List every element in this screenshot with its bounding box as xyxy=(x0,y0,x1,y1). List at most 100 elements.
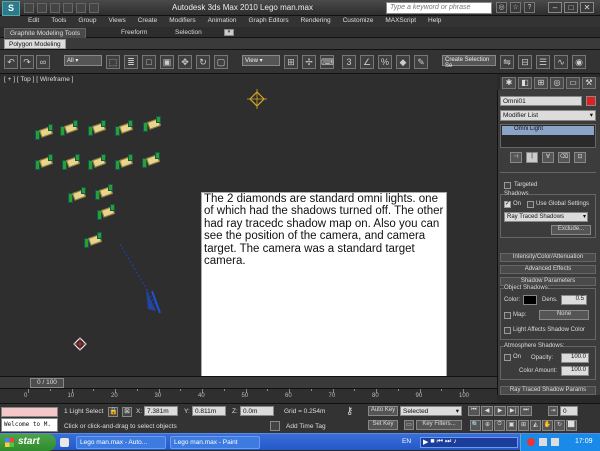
volume-icon[interactable] xyxy=(551,438,559,446)
menu-modifiers[interactable]: Modifiers xyxy=(163,16,201,27)
select-by-name-icon[interactable]: ≣ xyxy=(124,55,138,69)
lego-figure[interactable] xyxy=(62,154,82,172)
lego-figure[interactable] xyxy=(95,184,115,202)
task-paint[interactable]: Lego man.max - Paint xyxy=(170,436,260,449)
minimize-button[interactable]: – xyxy=(548,2,562,13)
pivot-center-icon[interactable]: ⊞ xyxy=(284,55,298,69)
selection-filter-dropdown[interactable]: All ▾ xyxy=(64,55,102,66)
snaps-toggle-icon[interactable]: 3 xyxy=(342,55,356,69)
zoom-extents-all-icon[interactable]: ⊞ xyxy=(518,420,529,431)
maximize-viewport-icon[interactable]: ⬜ xyxy=(566,420,577,431)
star-icon[interactable]: ☆ xyxy=(510,2,521,13)
help-icon[interactable]: ? xyxy=(524,2,535,13)
hierarchy-tab-icon[interactable]: ⊞ xyxy=(534,77,548,89)
menu-create[interactable]: Create xyxy=(132,16,164,27)
lego-figure[interactable] xyxy=(115,120,135,138)
pin-stack-icon[interactable]: ⊣ xyxy=(510,152,522,163)
align-icon[interactable]: ⊟ xyxy=(518,55,532,69)
lock-selection-icon[interactable]: 🔒 xyxy=(108,407,118,417)
task-3dsmax[interactable]: Lego man.max - Auto... xyxy=(76,436,166,449)
targeted-checkbox[interactable] xyxy=(504,182,511,189)
time-slider-track[interactable]: 0 / 100 xyxy=(0,376,497,388)
media-next-icon[interactable]: ⏭ xyxy=(445,438,451,447)
rectangular-selection-icon[interactable]: □ xyxy=(142,55,156,69)
media-play-icon[interactable]: ▶ xyxy=(423,438,428,447)
project-folder-icon[interactable] xyxy=(89,3,99,13)
save-file-icon[interactable] xyxy=(50,3,60,13)
binoculars-icon[interactable]: ◎ xyxy=(496,2,507,13)
menu-customize[interactable]: Customize xyxy=(337,16,380,27)
ribbon-toggle-button[interactable]: ▾ xyxy=(224,29,234,36)
help-search-input[interactable]: Type a keyword or phrase xyxy=(386,2,492,14)
named-selection-sets-dropdown[interactable]: Create Selection Se xyxy=(442,55,496,69)
select-object-icon[interactable]: ⬚ xyxy=(106,55,120,69)
stack-item-omni-light[interactable]: Omni Light xyxy=(502,126,594,135)
field-of-view-icon[interactable]: ◭ xyxy=(530,420,541,431)
tab-freeform[interactable]: Freeform xyxy=(116,28,152,38)
lego-figure[interactable] xyxy=(88,154,108,172)
display-tab-icon[interactable]: ▭ xyxy=(566,77,580,89)
lego-figure[interactable] xyxy=(68,187,88,205)
x-coordinate-field[interactable]: 7.381m xyxy=(144,406,178,416)
modify-tab-icon[interactable]: ◧ xyxy=(518,77,532,89)
object-name-field[interactable]: Omni01 xyxy=(500,96,582,106)
current-frame-field[interactable]: 0 xyxy=(560,406,578,416)
link-icon[interactable]: ∞ xyxy=(36,55,50,69)
zoom-icon[interactable]: 🔍 xyxy=(470,420,481,431)
utilities-tab-icon[interactable]: ⚒ xyxy=(582,77,596,89)
y-coordinate-field[interactable]: 0.811m xyxy=(192,406,226,416)
lego-figure[interactable] xyxy=(84,232,104,250)
atmosphere-on-checkbox[interactable] xyxy=(504,354,511,361)
track-bar-ruler[interactable]: 0 10 20 30 40 50 60 70 80 90 100 xyxy=(0,388,497,403)
make-unique-icon[interactable]: ∀ xyxy=(542,152,554,163)
menu-views[interactable]: Views xyxy=(102,16,131,27)
close-button[interactable]: ✕ xyxy=(580,2,594,13)
absolute-mode-icon[interactable]: ⊠ xyxy=(122,407,132,417)
exclude-button[interactable]: Exclude... xyxy=(551,225,591,235)
network-icon[interactable] xyxy=(539,438,547,446)
add-time-tag-button[interactable]: Add Time Tag xyxy=(286,423,326,430)
pan-view-icon[interactable]: ✋ xyxy=(542,420,553,431)
menu-group[interactable]: Group xyxy=(72,16,102,27)
lego-figure[interactable] xyxy=(35,154,55,172)
spinner-snap-icon[interactable]: ◆ xyxy=(396,55,410,69)
select-rotate-icon[interactable]: ↻ xyxy=(196,55,210,69)
motion-tab-icon[interactable]: ◎ xyxy=(550,77,564,89)
auto-key-button[interactable]: Auto Key xyxy=(368,406,398,416)
menu-edit[interactable]: Edit xyxy=(22,16,45,27)
create-tab-icon[interactable]: ✱ xyxy=(502,77,516,89)
previous-frame-icon[interactable]: ◀ xyxy=(481,406,493,416)
rollout-intensity[interactable]: Intensity/Color/Attenuation xyxy=(500,253,596,262)
angle-snap-icon[interactable]: ∠ xyxy=(360,55,374,69)
media-stop-icon[interactable]: ■ xyxy=(430,438,434,447)
map-checkbox[interactable] xyxy=(504,312,511,319)
shadow-map-button[interactable]: None xyxy=(539,310,589,320)
light-affects-checkbox[interactable] xyxy=(504,327,511,334)
lego-figure[interactable] xyxy=(142,152,162,170)
color-amount-spinner[interactable]: 100.0 xyxy=(561,366,589,376)
media-volume-icon[interactable]: ♪ xyxy=(453,438,457,447)
shadow-type-dropdown[interactable]: Ray Traced Shadows ▾ xyxy=(504,212,588,222)
next-frame-icon[interactable]: ▶| xyxy=(507,406,519,416)
go-to-start-icon[interactable]: ⏮ xyxy=(468,406,480,416)
top-viewport[interactable]: [ + ] [ Top ] [ Wireframe ] The 2 diamon… xyxy=(0,74,497,404)
menu-tools[interactable]: Tools xyxy=(45,16,72,27)
open-file-icon[interactable] xyxy=(37,3,47,13)
security-icon[interactable] xyxy=(527,438,535,446)
select-move-icon[interactable]: ✥ xyxy=(178,55,192,69)
orbit-icon[interactable]: ↻ xyxy=(554,420,565,431)
rollout-raytraced-shadow-params[interactable]: Ray Traced Shadow Params xyxy=(500,386,596,395)
lego-figure[interactable] xyxy=(60,120,80,138)
rollout-advanced-effects[interactable]: Advanced Effects xyxy=(500,265,596,274)
lego-figure[interactable] xyxy=(115,154,135,172)
time-slider-thumb[interactable]: 0 / 100 xyxy=(30,378,64,388)
selected-dropdown[interactable]: Selected ▾ xyxy=(400,406,462,416)
key-icon[interactable]: ⚷ xyxy=(346,406,353,417)
undo-icon[interactable]: ↶ xyxy=(4,55,18,69)
configure-sets-icon[interactable]: ⊡ xyxy=(574,152,586,163)
menu-graph-editors[interactable]: Graph Editors xyxy=(243,16,295,27)
maximize-button[interactable]: □ xyxy=(564,2,578,13)
menu-rendering[interactable]: Rendering xyxy=(295,16,337,27)
lego-figure[interactable] xyxy=(97,204,117,222)
key-filters-button[interactable]: Key Filters... xyxy=(416,420,462,430)
